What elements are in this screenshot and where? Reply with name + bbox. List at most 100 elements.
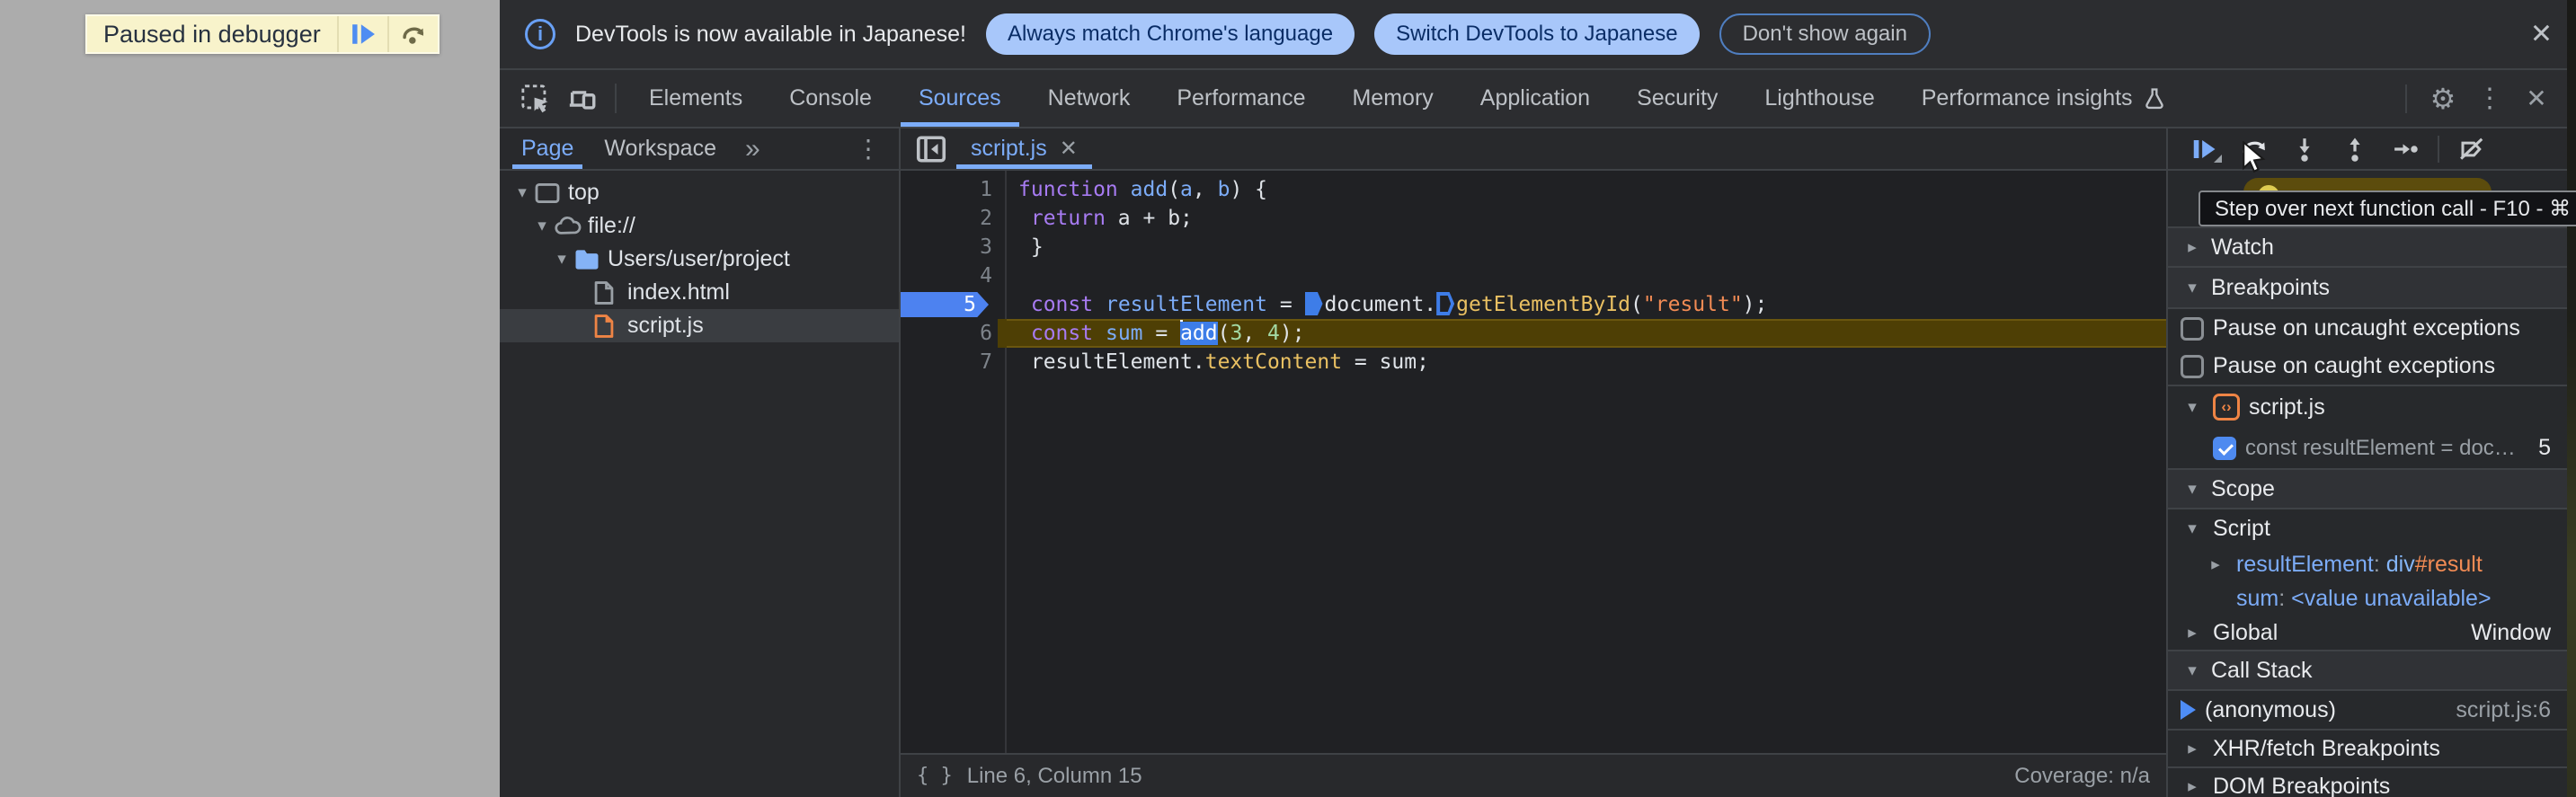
tab-console[interactable]: Console: [766, 70, 895, 127]
always-match-language-button[interactable]: Always match Chrome's language: [985, 13, 1355, 55]
step-over-icon: [403, 27, 423, 44]
code-line-1: 1 function add(a, b) {: [901, 175, 2166, 204]
chevron-down-icon: ▾: [2188, 479, 2197, 499]
section-xhr-breakpoints[interactable]: ▸ XHR/fetch Breakpoints: [2168, 729, 2576, 766]
checkbox-checked[interactable]: [2213, 436, 2236, 460]
frame-icon: [534, 182, 568, 204]
scope-global-value: Window: [2471, 619, 2551, 645]
tree-item-index-html[interactable]: index.html: [500, 276, 899, 309]
tab-elements[interactable]: Elements: [626, 70, 766, 127]
tab-performance[interactable]: Performance: [1153, 70, 1328, 127]
close-devtools-icon[interactable]: ✕: [2513, 84, 2560, 113]
divider: [2405, 84, 2407, 113]
code-line-2: 2 return a + b;: [901, 204, 2166, 233]
scope-title: Scope: [2211, 475, 2275, 501]
inline-breakpoint-outline-icon[interactable]: [1436, 292, 1455, 315]
code-text[interactable]: function add(a, b) {: [1007, 175, 2166, 204]
code-line-7: 7 resultElement.textContent = sum;: [901, 348, 2166, 376]
step-over-button-overlay[interactable]: [389, 16, 438, 52]
switch-devtools-japanese-button[interactable]: Switch DevTools to Japanese: [1374, 13, 1700, 55]
gutter-line-number[interactable]: 1: [901, 175, 1007, 204]
tab-security[interactable]: Security: [1613, 70, 1741, 127]
step-button[interactable]: [2380, 128, 2430, 169]
debugger-toolbar: [2168, 128, 2576, 171]
more-tabs-icon[interactable]: »: [738, 128, 768, 169]
infobar-close-icon[interactable]: ✕: [2530, 19, 2553, 50]
breakpoint-entry[interactable]: const resultElement = doc… 5: [2168, 428, 2576, 468]
infobar-message: DevTools is now available in Japanese!: [575, 21, 966, 47]
scope-var-resultElement[interactable]: ▸ resultElement: div #result: [2168, 547, 2576, 581]
checkbox-unchecked[interactable]: [2181, 316, 2204, 341]
chevron-down-icon[interactable]: ▾: [530, 216, 554, 236]
pause-caught-exceptions-row[interactable]: Pause on caught exceptions: [2168, 348, 2576, 386]
gutter-line-number[interactable]: 3: [901, 233, 1007, 261]
dont-show-again-button[interactable]: Don't show again: [1719, 13, 1931, 55]
var-value: <value unavailable>: [2291, 585, 2492, 611]
editor-tab-label: script.js: [971, 136, 1047, 161]
chevron-down-icon[interactable]: ▾: [550, 249, 573, 270]
tab-application[interactable]: Application: [1457, 70, 1613, 127]
deactivate-breakpoints-button[interactable]: [2447, 128, 2497, 169]
code-editor[interactable]: 1 function add(a, b) {2 return a + b; 3 } 4…: [901, 171, 2166, 753]
section-scope[interactable]: ▾ Scope: [2168, 468, 2576, 509]
code-text[interactable]: resultElement.textContent = sum;: [1007, 348, 2166, 376]
section-call-stack[interactable]: ▾ Call Stack: [2168, 650, 2576, 691]
tree-item-top[interactable]: ▾ top: [500, 176, 899, 209]
tab-lighthouse[interactable]: Lighthouse: [1741, 70, 1897, 127]
gutter-line-number[interactable]: 4: [901, 261, 1007, 290]
chevron-down-icon[interactable]: ▾: [511, 182, 534, 203]
scope-script[interactable]: ▾ Script: [2168, 509, 2576, 547]
call-stack-frame[interactable]: (anonymous) script.js:6: [2168, 691, 2576, 729]
resume-button[interactable]: [2179, 128, 2229, 169]
editor-tab-close-icon[interactable]: ✕: [1060, 136, 1078, 162]
breakpoint-snippet: const resultElement = doc…: [2245, 435, 2516, 460]
code-text[interactable]: [1007, 261, 2166, 290]
tab-performance-insights[interactable]: Performance insights: [1898, 70, 2190, 127]
settings-gear-icon[interactable]: ⚙: [2420, 82, 2466, 116]
code-text[interactable]: }: [1007, 233, 2166, 261]
tree-item-script-js[interactable]: script.js: [500, 309, 899, 342]
step-into-button[interactable]: [2279, 128, 2330, 169]
kebab-menu-icon[interactable]: ⋮: [2466, 83, 2513, 114]
tab-sources[interactable]: Sources: [895, 70, 1025, 127]
devtools-window: i DevTools is now available in Japanese!…: [500, 0, 2576, 797]
call-stack-title: Call Stack: [2211, 657, 2313, 683]
var-value-id: #result: [2414, 551, 2483, 577]
file-js-icon: [593, 314, 627, 339]
scope-var-sum[interactable]: sum: <value unavailable>: [2168, 581, 2576, 615]
gutter-line-number[interactable]: 7: [901, 348, 1007, 376]
pause-uncaught-exceptions-row[interactable]: Pause on uncaught exceptions: [2168, 309, 2576, 348]
code-text[interactable]: const resultElement = document. getElemen…: [1007, 290, 2166, 319]
navigator-pane: Page Workspace » ⋮ ▾ top ▾ file:// ▾ Users/us…: [500, 128, 901, 797]
section-breakpoints[interactable]: ▾ Breakpoints: [2168, 268, 2576, 309]
tab-memory[interactable]: Memory: [1328, 70, 1456, 127]
gutter-line-number[interactable]: 6: [901, 319, 1007, 348]
code-text[interactable]: const sum = add(3, 4);: [998, 319, 2166, 348]
inline-breakpoint-filled-icon[interactable]: [1304, 292, 1323, 315]
tree-item-file-[interactable]: ▾ file://: [500, 209, 899, 243]
breakpoint-file-group[interactable]: ▾ ‹› script.js: [2168, 386, 2576, 428]
tree-item-Users-user-project[interactable]: ▾ Users/user/project: [500, 243, 899, 276]
tab-network[interactable]: Network: [1025, 70, 1154, 127]
section-watch[interactable]: ▸ Watch: [2168, 226, 2576, 268]
section-dom-breakpoints[interactable]: ▸ DOM Breakpoints: [2168, 766, 2576, 797]
chevron-down-icon: ▾: [2188, 278, 2197, 297]
tab-workspace[interactable]: Workspace: [595, 128, 725, 169]
tab-page[interactable]: Page: [512, 128, 583, 169]
editor-tab-scriptjs[interactable]: script.js ✕: [955, 128, 1094, 169]
scope-global[interactable]: ▸ Global Window: [2168, 615, 2576, 650]
navigator-kebab-icon[interactable]: ⋮: [850, 128, 886, 169]
step-over-tooltip: Step over next function call - F10 - ⌘ ': [2198, 190, 2576, 226]
code-text[interactable]: return a + b;: [1007, 204, 2166, 233]
step-over-button[interactable]: [2229, 128, 2279, 169]
pretty-print-icon[interactable]: { }: [917, 765, 953, 787]
gutter-line-number[interactable]: 2: [901, 204, 1007, 233]
inspect-element-button[interactable]: [512, 70, 559, 127]
toggle-navigator-button[interactable]: [908, 128, 955, 169]
device-toolbar-button[interactable]: [559, 70, 606, 127]
js-file-icon: ‹›: [2213, 394, 2240, 421]
checkbox-unchecked[interactable]: [2181, 354, 2204, 378]
resume-script-button[interactable]: [339, 16, 387, 52]
step-out-button[interactable]: [2330, 128, 2380, 169]
breakpoint-gutter-line-5[interactable]: 5: [901, 290, 1007, 319]
